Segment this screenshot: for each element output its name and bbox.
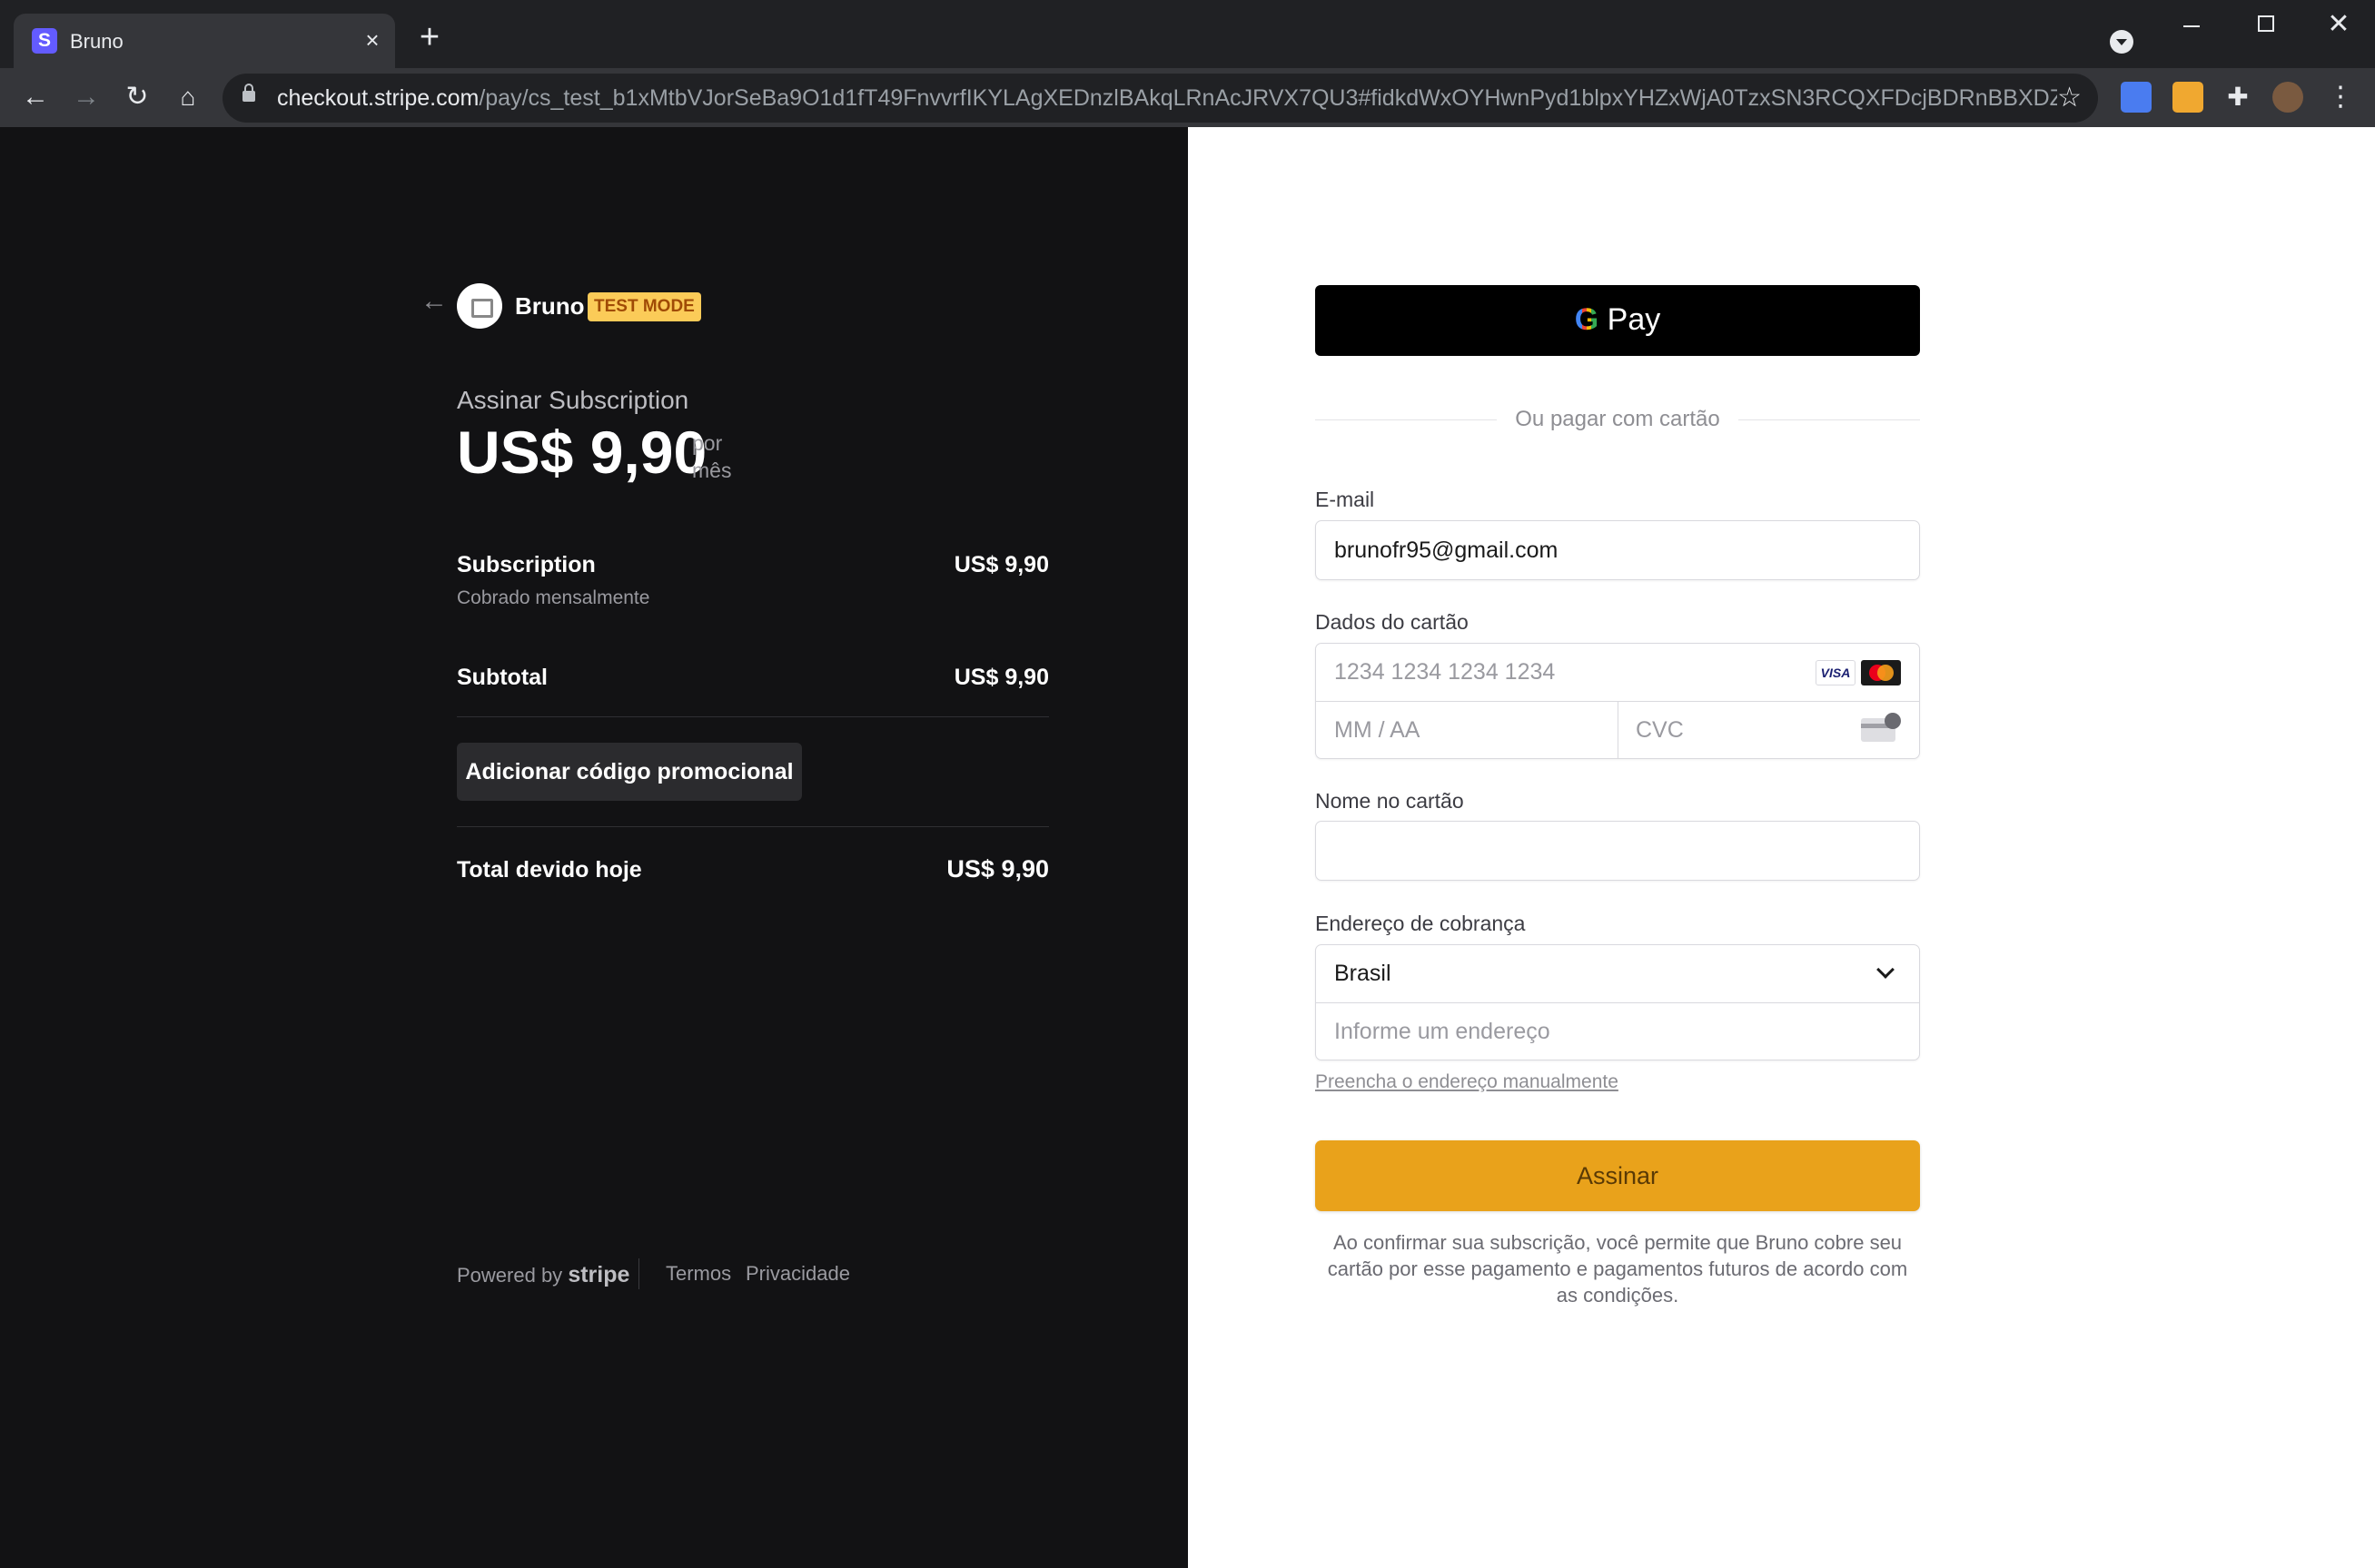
or-pay-with-card: Ou pagar com cartão [1515, 407, 1720, 431]
country-select[interactable]: Brasil [1334, 945, 1391, 1002]
google-pay-button[interactable]: G Pay [1315, 285, 1920, 356]
menu-kebab-icon[interactable]: ⋮ [2327, 79, 2354, 115]
expiry-input[interactable]: MM / AA [1334, 702, 1420, 758]
divider [457, 826, 1049, 827]
home-icon[interactable]: ⌂ [168, 77, 208, 117]
extensions-puzzle-icon[interactable]: ✚ [2222, 82, 2253, 113]
address-input[interactable]: Informe um endereço [1334, 1003, 1550, 1060]
email-label: E-mail [1315, 488, 1375, 511]
add-promo-code-button[interactable]: Adicionar código promocional [457, 743, 802, 801]
card-details-group: 1234 1234 1234 1234 VISA MM / AA CVC [1315, 643, 1920, 759]
price: US$ 9,90 [457, 419, 708, 486]
translate-extension-icon[interactable] [2121, 82, 2152, 113]
divider [457, 716, 1049, 717]
browser-toolbar: ← → ↻ ⌂ checkout.stripe.com/pay/cs_test_… [0, 68, 2375, 127]
line-item-frequency: Cobrado mensalmente [457, 587, 650, 608]
billing-period: por mês [692, 431, 732, 482]
browser-tab[interactable]: S Bruno × [14, 14, 395, 68]
legal-text: Ao confirmar sua subscrição, você permit… [1327, 1231, 1908, 1307]
browser-chrome: S Bruno × + ✕ ← → ↻ ⌂ checkout.stripe.co… [0, 0, 2375, 127]
google-g-icon: G [1574, 302, 1599, 337]
payment-panel: G Pay Ou pagar com cartão E-mail brunofr… [1188, 127, 2375, 1568]
store-icon [457, 283, 502, 329]
lock-icon[interactable] [242, 84, 255, 102]
forward-icon[interactable]: → [66, 77, 106, 117]
cvc-input[interactable]: CVC [1636, 702, 1684, 758]
order-summary-panel: ← Bruno TEST MODE Assinar Subscription U… [0, 127, 1188, 1568]
stripe-logo: stripe [568, 1262, 630, 1287]
mastercard-icon [1861, 660, 1901, 685]
gpay-label: Pay [1607, 302, 1661, 337]
reload-icon[interactable]: ↻ [117, 77, 157, 117]
billing-address-label: Endereço de cobrança [1315, 912, 1526, 935]
tab-strip: S Bruno × + ✕ [0, 0, 2375, 68]
maximize-icon[interactable] [2243, 9, 2289, 45]
url-text[interactable]: checkout.stripe.com/pay/cs_test_b1xMtbVJ… [277, 85, 2057, 112]
window-close-icon[interactable]: ✕ [2316, 9, 2361, 45]
chevron-down-icon[interactable] [1876, 961, 1895, 979]
tab-title: Bruno [70, 30, 124, 53]
terms-link[interactable]: Termos [666, 1262, 731, 1286]
privacy-link[interactable]: Privacidade [746, 1262, 850, 1286]
name-on-card-field[interactable] [1315, 821, 1920, 881]
subtotal-label: Subtotal [457, 665, 548, 690]
card-number-input[interactable]: 1234 1234 1234 1234 [1334, 644, 1555, 701]
tab-search-icon[interactable] [2110, 30, 2133, 54]
powered-by-stripe[interactable]: Powered by stripe [457, 1262, 629, 1288]
subtotal-value: US$ 9,90 [954, 665, 1049, 690]
total-label: Total devido hoje [457, 857, 642, 883]
line-item-price: US$ 9,90 [954, 552, 1049, 577]
stripe-favicon-icon: S [32, 28, 57, 54]
subscribe-button[interactable]: Assinar [1315, 1140, 1920, 1211]
visa-icon: VISA [1816, 660, 1855, 685]
footer-divider [638, 1258, 639, 1289]
merchant-name: Bruno [515, 292, 585, 320]
billing-address-group: Brasil Informe um endereço [1315, 944, 1920, 1060]
tab-close-icon[interactable]: × [359, 26, 386, 54]
address-bar[interactable]: checkout.stripe.com/pay/cs_test_b1xMtbVJ… [223, 74, 2098, 123]
bookmark-star-icon[interactable]: ☆ [2057, 82, 2082, 113]
profile-avatar-icon[interactable] [2272, 82, 2303, 113]
back-icon[interactable]: ← [15, 77, 55, 117]
minimize-icon[interactable] [2169, 9, 2214, 45]
test-mode-badge: TEST MODE [588, 292, 701, 321]
email-field[interactable]: brunofr95@gmail.com [1315, 520, 1920, 580]
back-arrow-icon[interactable]: ← [421, 286, 448, 317]
line-item-name: Subscription [457, 552, 596, 577]
plan-title: Assinar Subscription [457, 386, 689, 414]
name-on-card-label: Nome no cartão [1315, 789, 1464, 813]
manual-address-link[interactable]: Preencha o endereço manualmente [1315, 1071, 1618, 1093]
new-tab-icon[interactable]: + [413, 20, 446, 54]
cvc-card-icon [1861, 713, 1901, 742]
notes-extension-icon[interactable] [2172, 82, 2203, 113]
total-value: US$ 9,90 [946, 855, 1049, 883]
card-info-label: Dados do cartão [1315, 610, 1469, 634]
